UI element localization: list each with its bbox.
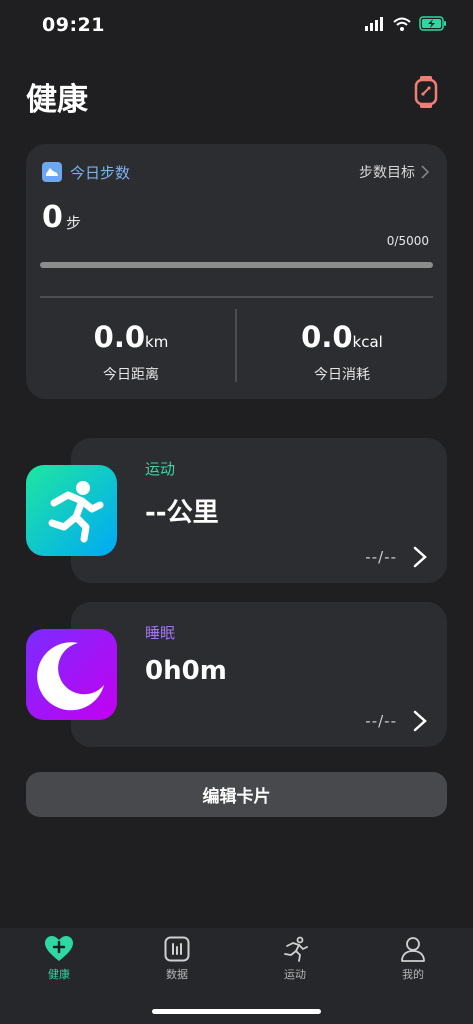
tab-exercise[interactable]: 运动 bbox=[236, 936, 354, 982]
tab-exercise-label: 运动 bbox=[284, 968, 306, 981]
steps-card[interactable]: 今日步数 步数目标 0 步 0/5000 0.0km 今日距离 0.0kcal … bbox=[26, 144, 447, 399]
steps-goal-label: 步数目标 bbox=[359, 165, 415, 181]
calories-unit: kcal bbox=[352, 333, 383, 351]
cellular-signal-icon bbox=[365, 16, 383, 31]
steps-goal-link[interactable]: 步数目标 bbox=[359, 162, 429, 182]
chevron-right-icon bbox=[413, 546, 427, 568]
steps-unit: 步 bbox=[66, 214, 82, 232]
shoe-icon bbox=[42, 162, 62, 182]
distance-label: 今日距离 bbox=[103, 367, 159, 383]
tab-health[interactable]: 健康 bbox=[0, 936, 118, 982]
page-title: 健康 bbox=[26, 82, 88, 118]
exercise-category: 运动 bbox=[145, 460, 176, 478]
moon-app-icon bbox=[26, 629, 117, 720]
sleep-value: 0h0m bbox=[145, 656, 227, 686]
runner-app-icon bbox=[26, 465, 117, 556]
sleep-tile[interactable]: 睡眠 0h0m --/-- bbox=[71, 602, 447, 747]
person-icon bbox=[401, 937, 425, 962]
watch-icon[interactable] bbox=[414, 76, 438, 108]
calories-stat: 0.0kcal 今日消耗 bbox=[237, 320, 447, 384]
exercise-tile[interactable]: 运动 --公里 --/-- bbox=[71, 438, 447, 583]
distance-stat: 0.0km 今日距离 bbox=[26, 320, 236, 384]
sleep-category: 睡眠 bbox=[145, 624, 176, 642]
home-indicator bbox=[152, 1009, 321, 1014]
tab-health-label: 健康 bbox=[48, 968, 70, 981]
chevron-right-icon bbox=[421, 165, 429, 179]
distance-value-row: 0.0km bbox=[26, 320, 236, 354]
steps-value: 0 bbox=[42, 200, 63, 235]
steps-card-title: 今日步数 bbox=[70, 164, 131, 182]
calories-value: 0.0 bbox=[301, 320, 353, 354]
sleep-date: --/-- bbox=[365, 712, 397, 730]
tab-data-label: 数据 bbox=[166, 968, 188, 981]
steps-progress-bar bbox=[40, 262, 433, 268]
calories-value-row: 0.0kcal bbox=[237, 320, 447, 354]
tab-data[interactable]: 数据 bbox=[118, 936, 236, 982]
heart-plus-icon bbox=[45, 936, 73, 961]
status-icons bbox=[365, 16, 447, 31]
chart-bars-icon bbox=[164, 936, 190, 962]
edit-cards-button[interactable]: 编辑卡片 bbox=[26, 772, 447, 817]
runner-icon bbox=[284, 936, 308, 962]
tab-me-label: 我的 bbox=[402, 968, 424, 981]
distance-value: 0.0 bbox=[93, 320, 146, 354]
battery-charging-icon bbox=[419, 16, 446, 31]
tab-me[interactable]: 我的 bbox=[354, 936, 472, 982]
divider bbox=[40, 296, 433, 298]
exercise-date: --/-- bbox=[365, 548, 397, 566]
exercise-value: --公里 bbox=[145, 498, 219, 528]
status-time: 09:21 bbox=[42, 14, 105, 36]
calories-label: 今日消耗 bbox=[314, 367, 370, 383]
distance-unit: km bbox=[145, 333, 169, 351]
chevron-right-icon bbox=[413, 710, 427, 732]
wifi-icon bbox=[393, 17, 411, 31]
steps-progress-text: 0/5000 bbox=[386, 234, 429, 248]
